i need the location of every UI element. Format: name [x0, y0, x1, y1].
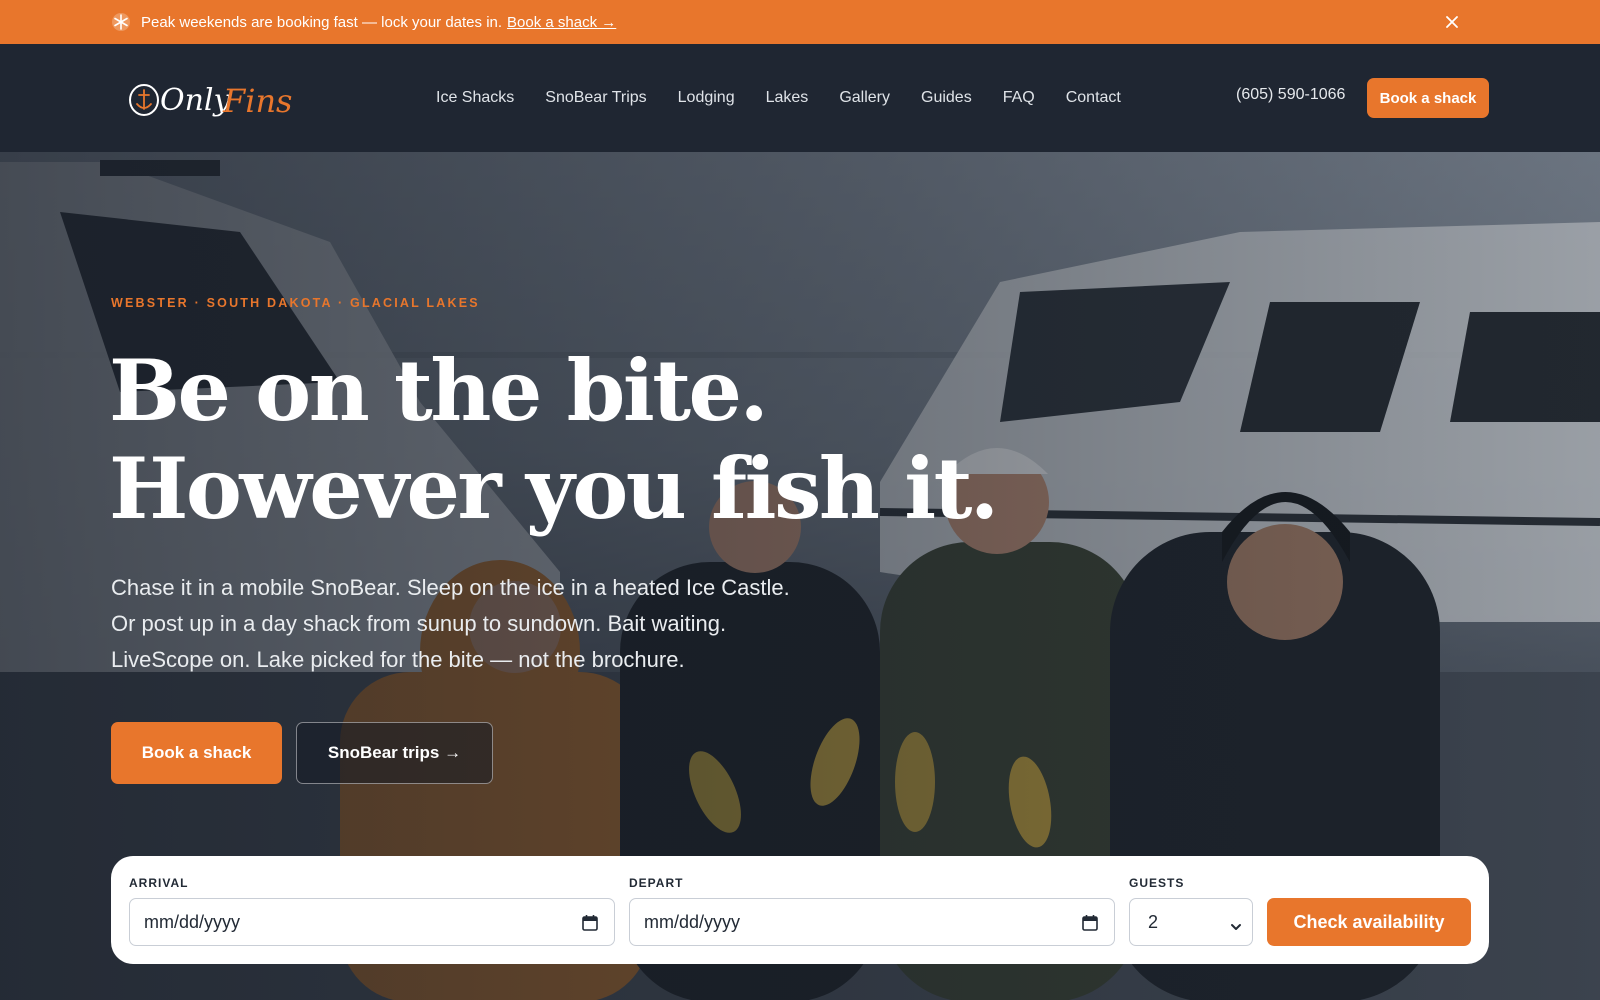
svg-text:Only: Only: [160, 83, 232, 118]
snobear-trips-button[interactable]: SnoBear trips →: [296, 722, 493, 784]
depart-label: DEPART: [629, 876, 684, 890]
nav-link-snobear-trips[interactable]: SnoBear Trips: [545, 89, 646, 107]
hero-headline-line-1: Be on the bite.: [109, 341, 769, 440]
site-header: Only Fins Ice Shacks SnoBear Trips Lodgi…: [0, 44, 1600, 152]
guests-value: 2: [1148, 911, 1159, 932]
arrival-label: ARRIVAL: [129, 876, 189, 890]
chevron-down-icon: [1230, 917, 1242, 930]
book-shack-nav-button[interactable]: Book a shack: [1367, 78, 1489, 118]
hero-subtext-line-2: Or post up in a day shack from sunup to …: [111, 611, 727, 636]
calendar-icon[interactable]: [582, 914, 598, 931]
book-shack-button[interactable]: Book a shack: [111, 722, 282, 784]
depart-date-input[interactable]: mm/dd/yyyy: [629, 898, 1115, 946]
hero-subtext: Chase it in a mobile SnoBear. Sleep on t…: [111, 570, 871, 678]
calendar-icon[interactable]: [1082, 914, 1098, 931]
hero-subtext-line-3: LiveScope on. Lake picked for the bite —…: [111, 647, 685, 672]
hero-subtext-line-1: Chase it in a mobile SnoBear. Sleep on t…: [111, 575, 790, 600]
depart-placeholder: mm/dd/yyyy: [644, 911, 741, 932]
main-nav: Ice Shacks SnoBear Trips Lodging Lakes G…: [436, 44, 1152, 152]
nav-link-lakes[interactable]: Lakes: [766, 89, 809, 107]
nav-link-ice-shacks[interactable]: Ice Shacks: [436, 89, 514, 107]
arrival-placeholder: mm/dd/yyyy: [144, 911, 241, 932]
snowflake-icon: [111, 12, 131, 32]
nav-link-guides[interactable]: Guides: [921, 89, 972, 107]
arrival-date-input[interactable]: mm/dd/yyyy: [129, 898, 615, 946]
hero-headline: Be on the bite. However you fish it.: [109, 341, 999, 538]
hero: WEBSTER · SOUTH DAKOTA · GLACIAL LAKES B…: [0, 152, 1600, 1000]
hero-eyebrow: WEBSTER · SOUTH DAKOTA · GLACIAL LAKES: [111, 296, 480, 310]
close-icon[interactable]: [1442, 12, 1462, 32]
guests-label: GUESTS: [1129, 876, 1185, 890]
nav-link-contact[interactable]: Contact: [1066, 89, 1121, 107]
svg-text:Fins: Fins: [222, 82, 292, 120]
nav-link-lodging[interactable]: Lodging: [678, 89, 735, 107]
availability-form: ARRIVAL mm/dd/yyyy DEPART mm/dd/yyyy GUE…: [111, 856, 1489, 964]
guests-select[interactable]: 2: [1129, 898, 1253, 946]
nav-link-gallery[interactable]: Gallery: [839, 89, 890, 107]
hero-headline-line-2: However you fish it.: [109, 439, 999, 538]
nav-link-faq[interactable]: FAQ: [1003, 89, 1035, 107]
announcement-link[interactable]: Book a shack →: [507, 14, 616, 31]
announcement-text: Peak weekends are booking fast — lock yo…: [141, 13, 503, 31]
announcement-bar: Peak weekends are booking fast — lock yo…: [0, 0, 1600, 44]
logo[interactable]: Only Fins: [127, 76, 317, 132]
check-availability-button[interactable]: Check availability: [1267, 898, 1471, 946]
phone-link[interactable]: (605) 590-1066: [1236, 86, 1345, 104]
